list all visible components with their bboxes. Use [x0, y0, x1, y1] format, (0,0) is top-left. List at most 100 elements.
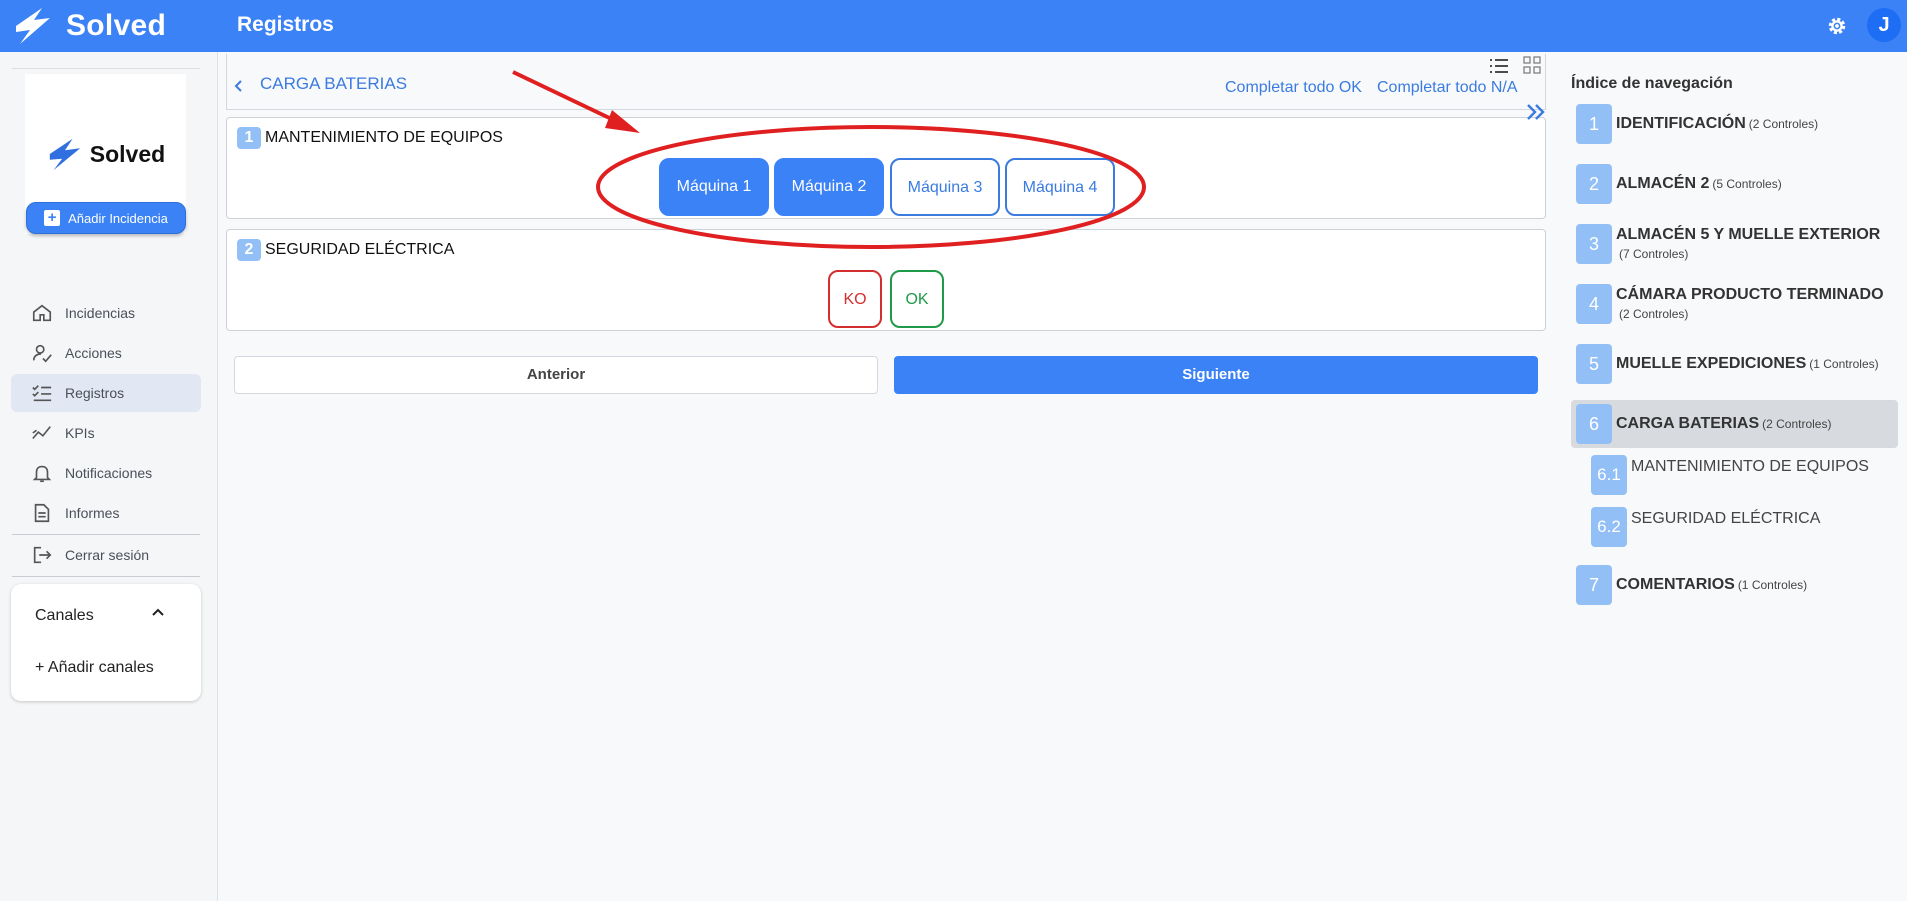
sidebar-item-label: Registros	[65, 385, 125, 401]
sidebar-item-incidencias[interactable]: Incidencias	[11, 294, 201, 332]
logo-text: Solved	[89, 140, 166, 167]
page-title: Registros	[237, 13, 334, 36]
option-maquina-3-button[interactable]: Máquina 3	[890, 158, 1000, 216]
nav-index-label: CÁMARA PRODUCTO TERMINADO	[1616, 286, 1884, 303]
solved-logo-icon	[49, 138, 80, 171]
brand-name: Solved	[66, 9, 167, 42]
question-card: 2 SEGURIDAD ELÉCTRICA KO OK	[226, 229, 1546, 331]
nav-index-label-text: COMENTARIOS	[1616, 576, 1735, 593]
nav-index-title: Índice de navegación	[1571, 75, 1733, 92]
option-maquina-4-button[interactable]: Máquina 4	[1005, 158, 1115, 216]
logout-label: Cerrar sesión	[65, 547, 150, 563]
nav-index-item-active[interactable]: 6 CARGA BATERIAS (2 Controles)	[1571, 400, 1898, 448]
nav-index-item[interactable]: 7 COMENTARIOS (1 Controles)	[1571, 565, 1898, 605]
sidebar-item-acciones[interactable]: Acciones	[11, 334, 201, 372]
question-title: SEGURIDAD ELÉCTRICA	[265, 241, 455, 258]
top-bar: Solved Registros J	[0, 0, 1907, 52]
nav-index-count: (2 Controles)	[1619, 307, 1689, 321]
nav-index-item[interactable]: 5 MUELLE EXPEDICIONES (1 Controles)	[1571, 344, 1898, 384]
nav-index-item[interactable]: 2 ALMACÉN 2 (5 Controles)	[1571, 164, 1898, 204]
channels-panel: Canales + Añadir canales	[11, 584, 201, 701]
nav-index-label-text: CARGA BATERIAS	[1616, 415, 1760, 432]
nav-index-item[interactable]: 4 CÁMARA PRODUCTO TERMINADO (2 Controles…	[1571, 284, 1898, 324]
add-incident-button[interactable]: + Añadir Incidencia	[26, 202, 186, 234]
grid-view-icon[interactable]	[1523, 56, 1541, 74]
question-card: 1 MANTENIMIENTO DE EQUIPOS Máquina 1 Máq…	[226, 117, 1546, 219]
nav-index-sublabel: SEGURIDAD ELÉCTRICA	[1631, 510, 1821, 527]
complete-all-na-link[interactable]: Completar todo N/A	[1377, 79, 1518, 97]
nav-index-label: CARGA BATERIAS (2 Controles)	[1616, 415, 1831, 433]
nav-index-label: ALMACÉN 2 (5 Controles)	[1616, 175, 1782, 193]
add-channels-link[interactable]: + Añadir canales	[35, 659, 154, 677]
sidebar-item-notificaciones[interactable]: Notificaciones	[11, 454, 201, 492]
sidebar-item-label: Notificaciones	[65, 465, 153, 481]
logout-icon	[33, 546, 52, 564]
plus-icon: +	[44, 210, 61, 226]
nav-index-number: 4	[1576, 284, 1612, 324]
channels-title: Canales	[35, 607, 94, 624]
nav-index-number: 1	[1576, 104, 1612, 144]
option-ko-button[interactable]: KO	[828, 270, 882, 328]
nav-index-label: COMENTARIOS (1 Controles)	[1616, 576, 1807, 594]
nav-index-label: IDENTIFICACIÓN (2 Controles)	[1616, 115, 1818, 133]
nav-index-number: 7	[1576, 565, 1612, 605]
trend-chart-icon	[32, 426, 51, 440]
nav-index-count: (5 Controles)	[1712, 177, 1782, 191]
solved-logo-icon	[16, 8, 50, 44]
list-view-icon[interactable]	[1489, 58, 1509, 74]
nav-index-count: (2 Controles)	[1762, 417, 1832, 431]
nav-index-label: MUELLE EXPEDICIONES (1 Controles)	[1616, 355, 1879, 373]
nav-index-subitem[interactable]: 6.2 SEGURIDAD ELÉCTRICA	[1591, 507, 1891, 547]
nav-index-label-text: ALMACÉN 2	[1616, 175, 1710, 192]
user-check-icon	[32, 344, 52, 363]
document-icon	[34, 503, 50, 523]
home-icon	[32, 304, 52, 322]
next-button[interactable]: Siguiente	[894, 356, 1538, 394]
nav-index-subitem[interactable]: 6.1 MANTENIMIENTO DE EQUIPOS	[1591, 455, 1891, 495]
previous-button[interactable]: Anterior	[234, 356, 878, 394]
question-number: 2	[237, 239, 261, 261]
nav-index-item[interactable]: 1 IDENTIFICACIÓN (2 Controles)	[1571, 104, 1898, 144]
nav-index-label-text: MUELLE EXPEDICIONES	[1616, 355, 1807, 372]
nav-index-count: (1 Controles)	[1737, 578, 1808, 592]
nav-index-sublabel: MANTENIMIENTO DE EQUIPOS	[1631, 458, 1869, 475]
option-ok-button[interactable]: OK	[890, 270, 944, 328]
divider	[12, 68, 200, 69]
nav-index-number: 6	[1576, 404, 1612, 444]
divider	[12, 534, 200, 535]
nav-index-count: (1 Controles)	[1809, 357, 1879, 371]
nav-index-count: (2 Controles)	[1748, 117, 1819, 131]
bell-icon	[32, 465, 52, 483]
nav-index-label-text: IDENTIFICACIÓN	[1616, 115, 1746, 132]
question-title: MANTENIMIENTO DE EQUIPOS	[265, 129, 503, 146]
sidebar-item-kpis[interactable]: KPIs	[11, 414, 201, 452]
nav-index-number: 2	[1576, 164, 1612, 204]
divider	[12, 576, 200, 577]
nav-index-label: ALMACÉN 5 Y MUELLE EXTERIOR	[1616, 226, 1881, 243]
nav-index-subnumber: 6.2	[1591, 507, 1627, 547]
section-title[interactable]: CARGA BATERIAS	[260, 74, 407, 94]
nav-index-subnumber: 6.1	[1591, 455, 1627, 495]
chevron-up-icon[interactable]	[149, 604, 167, 622]
sidebar-item-registros[interactable]: Registros	[11, 374, 201, 412]
nav-index-number: 5	[1576, 344, 1612, 384]
nav-index-item[interactable]: 3 ALMACÉN 5 Y MUELLE EXTERIOR (7 Control…	[1571, 224, 1898, 264]
chevron-left-icon[interactable]	[232, 79, 246, 93]
nav-index-count: (7 Controles)	[1619, 247, 1689, 261]
user-avatar[interactable]: J	[1867, 8, 1901, 42]
sidebar-item-informes[interactable]: Informes	[11, 494, 201, 532]
sidebar-item-label: Informes	[65, 505, 120, 521]
option-maquina-2-button[interactable]: Máquina 2	[774, 158, 884, 216]
question-number: 1	[237, 127, 261, 149]
brand[interactable]: Solved	[12, 4, 166, 48]
logout-button[interactable]: Cerrar sesión	[11, 536, 201, 574]
sidebar-item-label: Incidencias	[65, 305, 136, 321]
checklist-icon	[32, 385, 52, 402]
complete-all-ok-link[interactable]: Completar todo OK	[1225, 79, 1362, 97]
sidebar-item-label: Acciones	[65, 345, 122, 361]
gear-icon[interactable]	[1826, 15, 1848, 37]
option-maquina-1-button[interactable]: Máquina 1	[659, 158, 769, 216]
double-chevron-right-icon[interactable]	[1525, 101, 1547, 123]
add-incident-label: Añadir Incidencia	[68, 210, 168, 226]
nav-index-number: 3	[1576, 224, 1612, 264]
